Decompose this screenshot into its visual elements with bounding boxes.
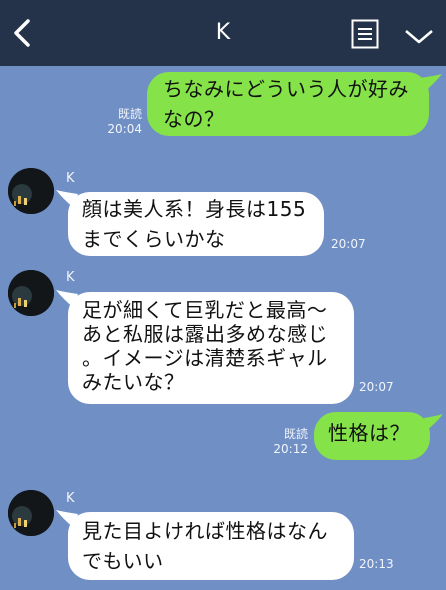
message-line: あと私服は露出多めな感じ: [82, 322, 328, 346]
read-receipt: 既読: [283, 427, 308, 441]
message-bubble[interactable]: 性格は？: [314, 412, 430, 460]
menu-button[interactable]: [351, 19, 379, 49]
chat-header: K: [0, 0, 446, 66]
avatar[interactable]: [8, 490, 54, 536]
more-button[interactable]: [403, 24, 435, 48]
avatar-photo: [8, 490, 54, 536]
sender-name: K: [66, 270, 75, 285]
message-time: 20:12: [273, 442, 308, 456]
message-line: でもいい: [82, 549, 164, 573]
message-line: ちなみにどういう人が好み: [163, 77, 409, 101]
message-time: 20:04: [107, 122, 142, 136]
list-icon: [351, 19, 379, 49]
message-line: みたいな？: [82, 370, 185, 394]
message-line: までくらいかな: [82, 227, 226, 251]
message-line: 顔は美人系！身長は155: [82, 197, 307, 221]
avatar-photo: [8, 270, 54, 316]
message-line: 見た目よければ性格はなん: [82, 519, 328, 543]
message-time: 20:13: [359, 557, 394, 571]
message-bubble[interactable]: 足が細くて巨乳だと最高〜 あと私服は露出多めな感じ 。イメージは清楚系ギャル み…: [68, 292, 354, 404]
avatar[interactable]: [8, 270, 54, 316]
message-time: 20:07: [331, 237, 366, 251]
avatar[interactable]: [8, 168, 54, 214]
sender-name: K: [66, 491, 75, 506]
message-line: なの？: [163, 107, 225, 131]
chevron-down-icon: [405, 30, 433, 44]
sender-name: K: [66, 171, 75, 186]
read-receipt: 既読: [117, 107, 142, 121]
message-line: 性格は？: [328, 421, 410, 445]
message-bubble[interactable]: ちなみにどういう人が好み なの？: [147, 72, 429, 136]
message-time: 20:07: [359, 380, 394, 394]
message-line: 足が細くて巨乳だと最高〜: [82, 298, 328, 322]
chat-title: K: [215, 20, 231, 45]
avatar-photo: [8, 168, 54, 214]
message-bubble[interactable]: 顔は美人系！身長は155 までくらいかな: [68, 192, 324, 256]
message-line: 。イメージは清楚系ギャル: [82, 346, 328, 370]
message-bubble[interactable]: 見た目よければ性格はなん でもいい: [68, 512, 354, 580]
